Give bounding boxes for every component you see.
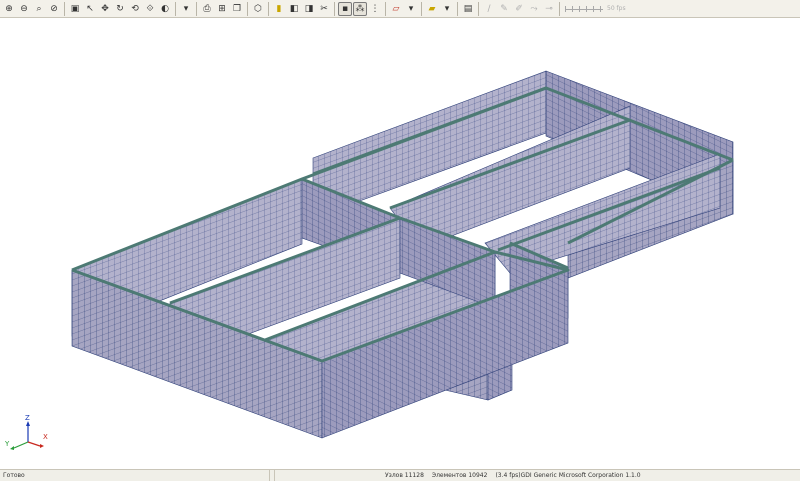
elements-display-icon[interactable]: ⁂ — [353, 1, 367, 16]
zoom-extents-icon[interactable]: ▣ — [68, 2, 82, 16]
slider-track — [565, 8, 603, 10]
orbit-icon[interactable]: ⟐ — [143, 2, 157, 16]
x-axis-arrow — [40, 444, 44, 448]
chevron-down-icon[interactable]: ▾ — [179, 2, 193, 16]
zoom-window-icon[interactable]: ⌕ — [32, 2, 46, 16]
status-renderer: (3.4 fps)GDI Generic Microsoft Corporati… — [495, 472, 641, 479]
pan-icon[interactable]: ✥ — [98, 2, 112, 16]
cut-icon[interactable]: ✂ — [317, 2, 331, 16]
zoom-in-icon[interactable]: ⊕ — [2, 2, 16, 16]
yellow-solid-icon[interactable]: ▮ — [272, 2, 286, 16]
select-arrow-icon[interactable]: ↖ — [83, 2, 97, 16]
slider-tick — [586, 5, 587, 12]
copy-icon[interactable]: ❐ — [230, 2, 244, 16]
toolbar-separator — [334, 1, 335, 16]
y-axis-line — [13, 441, 29, 449]
shaded-icon[interactable]: ◧ — [287, 2, 301, 16]
status-ready: Готово — [0, 470, 270, 481]
node-display-icon[interactable]: ▪ — [338, 1, 352, 16]
shaded-edges-icon[interactable]: ◨ — [302, 2, 316, 16]
slider-readout: 50 fps — [607, 5, 626, 12]
numbering-icon[interactable]: ⋮ — [368, 2, 382, 16]
slider-tick — [600, 5, 601, 12]
x-axis-label: X — [43, 433, 48, 441]
disabled-tool-4-icon: ⤳ — [530, 3, 538, 14]
disabled-tool-3-icon: ✐ — [515, 3, 523, 14]
toolbar-separator — [64, 1, 65, 16]
chevron-down-icon[interactable]: ▾ — [440, 2, 454, 16]
toolbar-separator — [175, 1, 176, 16]
zoom-all-icon[interactable]: ⊘ — [47, 2, 61, 16]
toolbar-separator — [247, 1, 248, 16]
x-axis-line — [27, 441, 41, 447]
rotate-icon[interactable]: ↻ — [113, 2, 127, 16]
print-icon[interactable]: ⎙ — [200, 2, 214, 16]
disabled-tool-1-icon: ∕ — [487, 3, 491, 14]
layers-icon[interactable]: ▤ — [461, 2, 475, 16]
view-mode-icon[interactable]: ◐ — [158, 2, 172, 16]
slider-tick — [565, 5, 566, 12]
main-toolbar: ⊕ ⊖ ⌕ ⊘ ▣ ↖ ✥ ↻ ⟲ ⟐ ◐ ▾ ⎙ ⊞ ❐ ⬡ ▮ ◧ ◨ ✂ ▪ ⁂ ⋮ ▱ ▾ ▰ ▾ ▤ ∕ ✎ ✐ ⤳ ⊸ 50 fps — [0, 0, 800, 18]
toolbar-separator — [268, 1, 269, 16]
slider-tick — [579, 5, 580, 12]
z-axis-label: Z — [25, 414, 30, 422]
toolbar-separator — [457, 1, 458, 16]
chevron-down-icon[interactable]: ▾ — [404, 2, 418, 16]
red-pencil-icon[interactable]: ▱ — [389, 2, 403, 16]
status-info: Узлов 11128 Элементов 10942 (3.4 fps)GDI… — [275, 470, 800, 481]
disabled-tool-2-icon: ✎ — [500, 3, 508, 14]
disabled-tool-5-icon: ⊸ — [545, 3, 553, 14]
y-axis-label: Y — [4, 440, 10, 448]
building-mesh-model — [71, 70, 734, 439]
toolbar-separator — [478, 1, 479, 16]
status-bar: Готово Узлов 11128 Элементов 10942 (3.4 … — [0, 469, 800, 481]
status-nodes: Узлов 11128 — [385, 472, 424, 479]
speed-slider[interactable] — [565, 2, 603, 16]
toolbar-separator — [421, 1, 422, 16]
slider-tick — [593, 5, 594, 12]
rotate-view-icon[interactable]: ⟲ — [128, 2, 142, 16]
iso-view-icon[interactable]: ⬡ — [251, 2, 265, 16]
y-axis-arrow — [10, 446, 14, 450]
slider-tick — [572, 5, 573, 12]
model-viewport[interactable]: Z Y X — [0, 18, 800, 469]
zoom-out-icon[interactable]: ⊖ — [17, 2, 31, 16]
toolbar-separator — [559, 1, 560, 16]
model-canvas[interactable]: Z Y X — [0, 18, 800, 469]
yellow-pencil-icon[interactable]: ▰ — [425, 2, 439, 16]
axis-triad: Z Y X — [4, 414, 48, 450]
toolbar-separator — [385, 1, 386, 16]
fragment-icon[interactable]: ⊞ — [215, 2, 229, 16]
toolbar-separator — [196, 1, 197, 16]
status-elements: Элементов 10942 — [431, 472, 488, 479]
